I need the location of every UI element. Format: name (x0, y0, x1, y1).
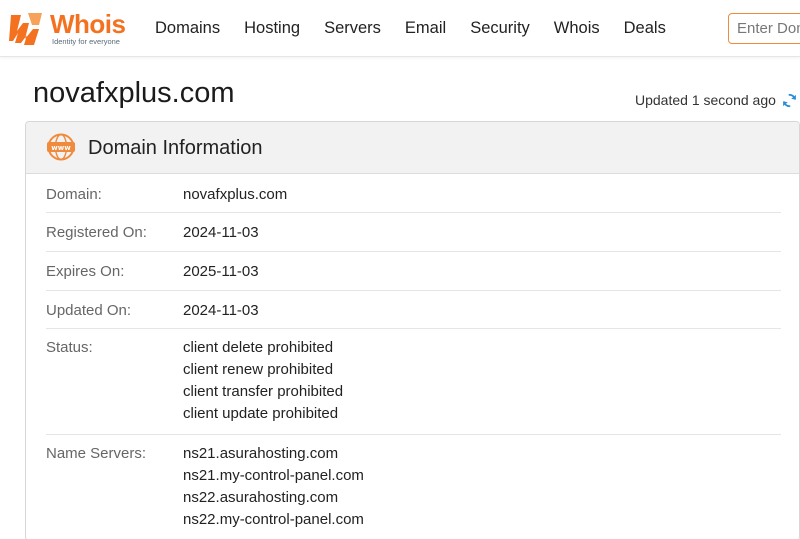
status-item: client renew prohibited (183, 361, 334, 378)
row-value: novafxplus.com (183, 184, 287, 206)
status-item: client transfer prohibited (183, 383, 344, 400)
page-title: novafxplus.com (33, 77, 235, 109)
name-server: ns22.asurahosting.com (183, 489, 339, 506)
row-status: Status: client delete prohibited client … (46, 329, 781, 435)
name-server: ns21.my-control-panel.com (183, 467, 364, 484)
row-updated-on: Updated On: 2024-11-03 (46, 291, 781, 329)
main-nav: Domains Hosting Servers Email Security W… (155, 0, 690, 57)
row-label: Expires On: (46, 263, 125, 280)
whois-logo[interactable]: Whois Identity for everyone (8, 9, 130, 49)
updated-text: Updated 1 second ago (635, 92, 776, 108)
row-label: Updated On: (46, 302, 132, 319)
row-value: 2024-11-03 (183, 300, 259, 322)
refresh-icon[interactable] (781, 92, 798, 109)
svg-text:www: www (51, 144, 71, 152)
logo-name: Whois (50, 9, 126, 39)
status-item: client update prohibited (183, 405, 339, 422)
row-value: 2025-11-03 (183, 261, 259, 283)
status-item: client delete prohibited (183, 339, 334, 356)
logo-tagline: Identity for everyone (52, 37, 120, 46)
row-value: ns21.asurahosting.com ns21.my-control-pa… (183, 443, 364, 531)
row-label: Name Servers: (46, 445, 147, 462)
card-title: Domain Information (88, 137, 263, 159)
nav-servers[interactable]: Servers (324, 0, 381, 57)
row-domain: Domain: novafxplus.com (46, 175, 781, 213)
top-navigation-bar: Whois Identity for everyone Domains Host… (0, 0, 800, 57)
row-label: Registered On: (46, 224, 147, 241)
www-globe-icon: www (47, 133, 75, 161)
card-header: www Domain Information (26, 122, 799, 174)
expiry-date: 2025-11-03 (183, 263, 259, 280)
updated-date: 2024-11-03 (183, 302, 259, 319)
row-label: Domain: (46, 186, 102, 203)
nav-email[interactable]: Email (405, 0, 446, 57)
row-value: 2024-11-03 (183, 222, 259, 244)
nav-deals[interactable]: Deals (624, 0, 666, 57)
row-name-servers: Name Servers: ns21.asurahosting.com ns21… (46, 435, 781, 539)
domain-value: novafxplus.com (183, 186, 288, 203)
update-status: Updated 1 second ago (635, 90, 798, 110)
whois-logo-icon (9, 13, 42, 45)
row-registered-on: Registered On: 2024-11-03 (46, 213, 781, 252)
name-server: ns22.my-control-panel.com (183, 511, 364, 528)
nav-security[interactable]: Security (470, 0, 530, 57)
domain-info-table: Domain: novafxplus.com Registered On: 20… (26, 175, 799, 539)
row-expires-on: Expires On: 2025-11-03 (46, 252, 781, 291)
nav-domains[interactable]: Domains (155, 0, 220, 57)
row-value: client delete prohibited client renew pr… (183, 337, 343, 425)
nav-whois[interactable]: Whois (554, 0, 600, 57)
domain-search-input[interactable] (728, 13, 800, 44)
name-server: ns21.asurahosting.com (183, 445, 339, 462)
row-label: Status: (46, 339, 93, 356)
registered-date: 2024-11-03 (183, 224, 259, 241)
domain-information-card: www Domain Information Domain: novafxplu… (25, 121, 800, 539)
nav-hosting[interactable]: Hosting (244, 0, 300, 57)
